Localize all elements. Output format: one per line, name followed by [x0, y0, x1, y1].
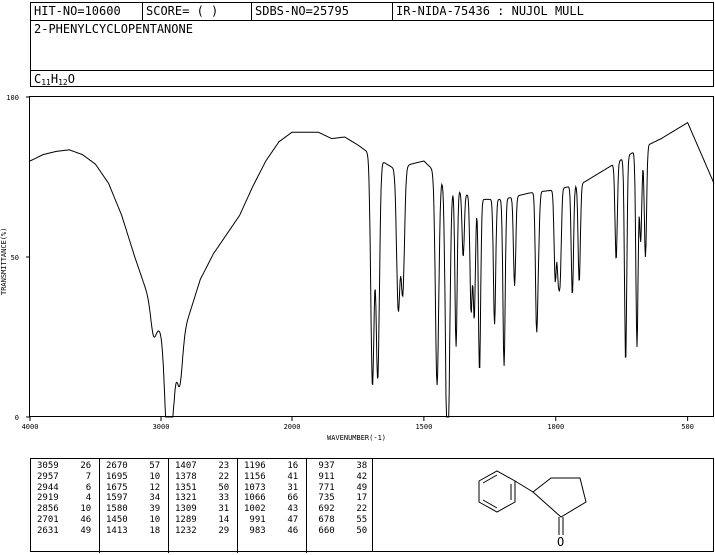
peak-column-2: 2670 57 1695 10 1675 12 1597 34 1580 39 1450 …	[106, 461, 160, 537]
header-row-line	[31, 20, 713, 21]
peak-entry: 1351 50	[175, 482, 230, 493]
peak-column-1: 3059 26 2957 7 2944 6 2919 4 2856 10 2701 46 2…	[37, 461, 91, 537]
peak-entry: 1073 31	[244, 482, 299, 493]
hit-number: HIT-NO=10600	[34, 4, 121, 18]
peak-entry: 1580 39	[106, 504, 161, 515]
structure-panel: O	[372, 458, 714, 552]
molecule-structure: O	[478, 470, 587, 549]
x-tick-label: 2000	[284, 423, 301, 431]
y-tick-label: 50	[11, 254, 19, 262]
peak-entry: 3059 26	[37, 461, 92, 471]
peak-entry: 2957 7	[37, 471, 92, 482]
peak-entry: 1378 22	[175, 471, 230, 482]
peak-entry: 937 38	[313, 461, 368, 471]
peak-table: 3059 26 2957 7 2944 6 2919 4 2856 10 2701 46 2…	[30, 458, 373, 553]
peak-entry: 1289 14	[175, 514, 230, 525]
peak-entry: 1309 31	[175, 504, 230, 515]
peak-entry: 735 17	[313, 493, 368, 504]
benzene-double-bond	[482, 499, 498, 509]
peak-entry: 2944 6	[37, 482, 92, 493]
peak-entry: 991 47	[244, 514, 299, 525]
benzene-ring	[478, 470, 516, 513]
phenyl-bond	[514, 480, 534, 493]
peak-entry: 1321 33	[175, 493, 230, 504]
x-tick-label: 1000	[547, 423, 564, 431]
peak-entry: 2670 57	[106, 461, 161, 471]
peak-entry: 660 50	[313, 525, 368, 536]
x-tick-label: 3000	[153, 423, 170, 431]
score-field: SCORE= ( )	[146, 4, 219, 18]
peak-entry: 911 42	[313, 471, 368, 482]
header-row-line	[31, 70, 713, 71]
ir-info: IR-NIDA-75436 : NUJOL MULL	[396, 4, 584, 18]
peak-entry: 1066 66	[244, 493, 299, 504]
peak-column-divider	[237, 459, 238, 553]
peak-entry: 983 46	[244, 525, 299, 536]
peak-column-divider	[99, 459, 100, 553]
peak-entry: 1002 43	[244, 504, 299, 515]
peak-entry: 1413 18	[106, 525, 161, 536]
y-axis-label: TRANSMITTANCE(%)	[0, 228, 8, 295]
x-tick-label: 4000	[22, 423, 39, 431]
peak-column-divider	[306, 459, 307, 553]
peak-entry: 1407 23	[175, 461, 230, 471]
molecular-formula: C11H12O	[34, 72, 75, 87]
header-panel: HIT-NO=10600 SCORE= ( ) SDBS-NO=25795 IR…	[30, 2, 714, 87]
sdbs-number: SDBS-NO=25795	[255, 4, 349, 18]
spectrum-line	[29, 121, 715, 418]
peak-entry: 2856 10	[37, 504, 92, 515]
peak-entry: 1232 29	[175, 525, 230, 536]
peak-entry: 2919 4	[37, 493, 92, 504]
y-tick-label: 0	[15, 414, 19, 422]
peak-entry: 692 22	[313, 504, 368, 515]
peak-entry: 2701 46	[37, 514, 92, 525]
peak-entry: 1196 16	[244, 461, 299, 471]
oxygen-atom-label: O	[557, 535, 564, 549]
peak-entry: 1597 34	[106, 493, 161, 504]
x-tick-label: 1500	[415, 423, 432, 431]
y-tick-label: 100	[6, 94, 19, 102]
x-axis-label: WAVENUMBER(-1)	[327, 434, 386, 442]
peak-column-divider	[168, 459, 169, 553]
peak-entry: 1675 12	[106, 482, 161, 493]
peak-entry: 771 49	[313, 482, 368, 493]
formula-h-count: 12	[58, 78, 68, 87]
peak-entry: 1450 10	[106, 514, 161, 525]
peak-column-5: 937 38 911 42 771 49 735 17 692 22 678 5…	[313, 461, 367, 537]
x-tick-label: 500	[681, 423, 694, 431]
benzene-double-bond	[482, 474, 498, 484]
formula-c-count: 11	[41, 78, 51, 87]
axis-ticks: 4000 3000 2000 1500 1000 500 0 50 100	[6, 94, 694, 431]
peak-entry: 1695 10	[106, 471, 161, 482]
peak-entry: 2631 49	[37, 525, 92, 536]
peak-column-3: 1407 23 1378 22 1351 50 1321 33 1309 31 1289 …	[175, 461, 229, 537]
peak-entry: 678 55	[313, 514, 368, 525]
cyclopentanone-ring	[532, 477, 587, 518]
compound-name: 2-PHENYLCYCLOPENTANONE	[34, 22, 193, 36]
peak-entry: 1156 41	[244, 471, 299, 482]
peak-column-4: 1196 16 1156 41 1073 31 1066 66 1002 43 991 …	[244, 461, 298, 537]
formula-o: O	[67, 72, 75, 86]
